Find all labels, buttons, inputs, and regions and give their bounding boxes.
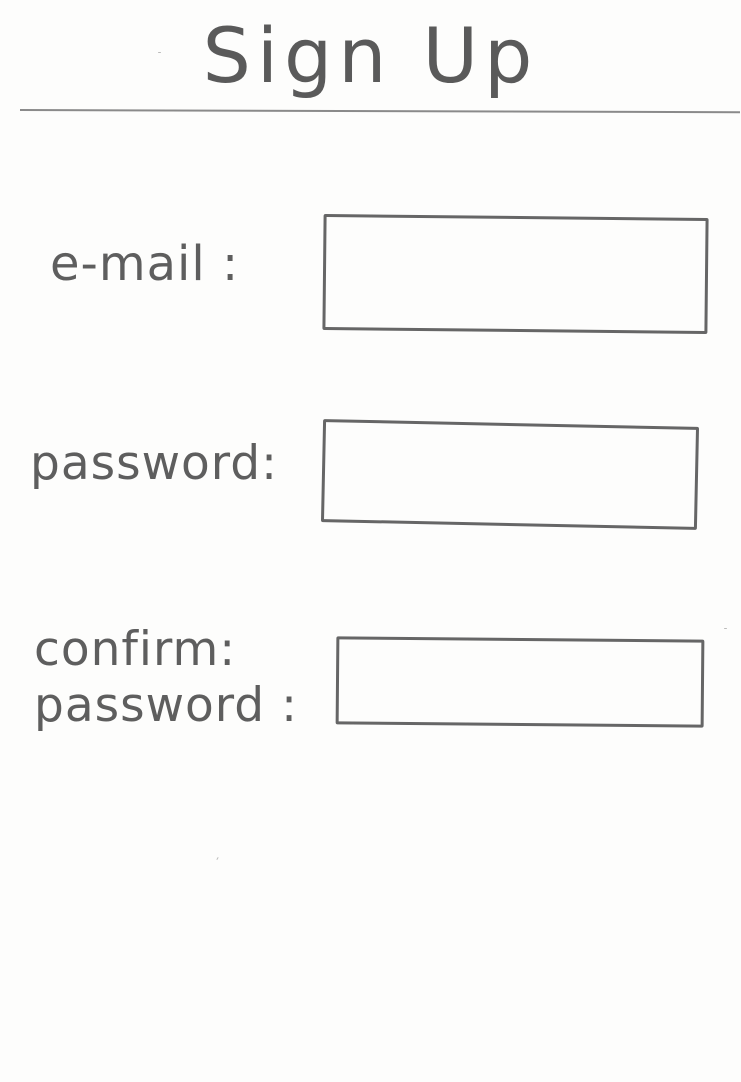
confirm-password-field[interactable]	[338, 639, 702, 725]
password-field[interactable]	[324, 422, 696, 527]
page-title: Sign Up	[202, 11, 539, 100]
password-field-box[interactable]	[320, 419, 700, 530]
paper-speck	[724, 628, 727, 629]
title-divider	[19, 109, 740, 114]
confirm-password-field-box[interactable]	[335, 636, 705, 728]
email-field[interactable]	[325, 217, 706, 331]
confirm-password-label-line2: password :	[34, 678, 298, 733]
email-label: e-mail :	[50, 236, 240, 292]
email-field-box[interactable]	[322, 213, 709, 335]
password-label: password:	[30, 436, 278, 491]
confirm-password-label-line1: confirm:	[34, 622, 237, 677]
paper-speck	[216, 856, 219, 861]
confirm-password-label: confirm: password :	[34, 622, 298, 734]
